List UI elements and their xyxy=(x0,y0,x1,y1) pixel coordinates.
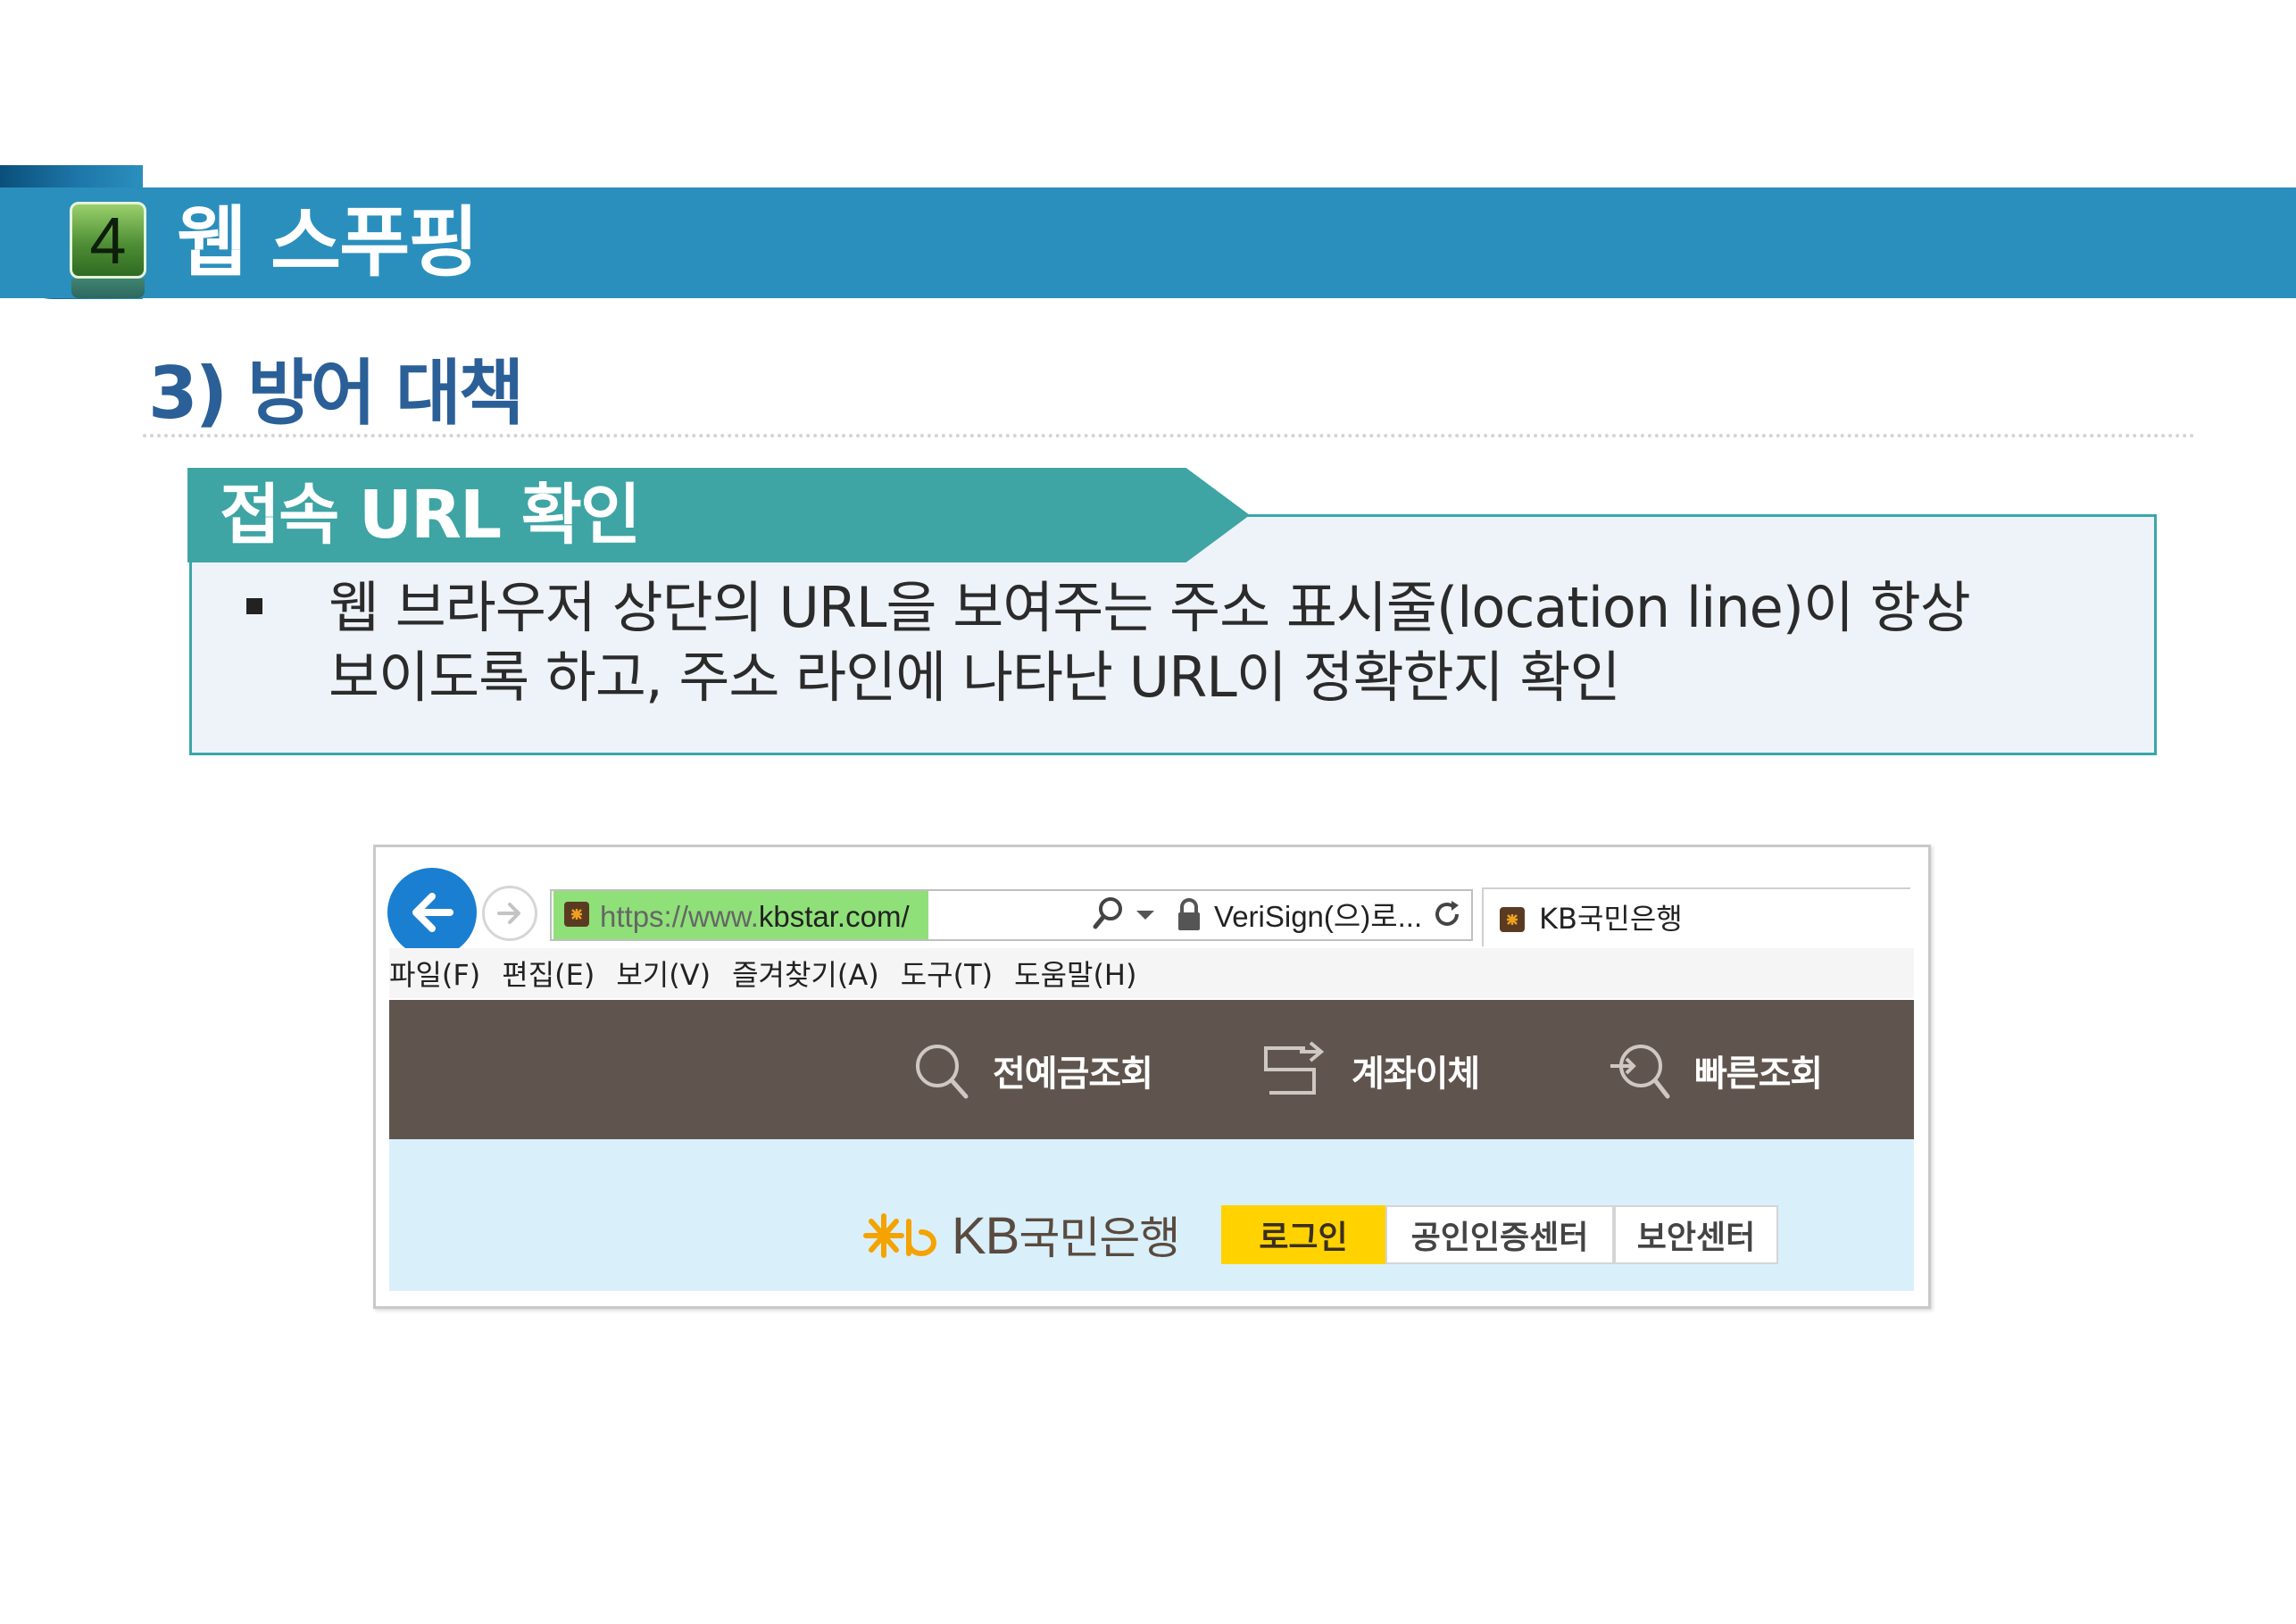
refresh-icon[interactable] xyxy=(1432,895,1464,937)
nav-quick-inquiry[interactable]: 빠른조회 xyxy=(1607,1036,1823,1105)
kb-favicon-icon xyxy=(564,902,589,927)
tab-title: KB국민은행 xyxy=(1539,902,1683,936)
nav-transfer[interactable]: 계좌이체 xyxy=(1260,1036,1480,1105)
forward-button[interactable] xyxy=(482,886,537,941)
content-box-title: 접속 URL 확인 xyxy=(220,477,641,554)
quick-search-icon xyxy=(1610,1045,1670,1099)
nav-quick-inquiry-label: 빠른조회 xyxy=(1694,1054,1823,1095)
menu-view[interactable]: 보기(V) xyxy=(616,953,711,994)
menu-bar: 파일(F) 편집(E) 보기(V) 즐겨찾기(A) 도구(T) 도움말(H) xyxy=(389,948,1914,998)
section-number-reflection xyxy=(71,279,145,298)
menu-edit[interactable]: 편집(E) xyxy=(502,953,595,994)
subtitle: 3) 방어 대책 xyxy=(148,352,524,435)
arrow-left-icon xyxy=(412,893,453,932)
transfer-icon xyxy=(1264,1041,1325,1095)
url-prefix: https://www. xyxy=(600,900,759,933)
dropdown-caret-icon[interactable] xyxy=(1134,895,1157,937)
url-text[interactable]: https://www.kbstar.com/ xyxy=(600,893,910,941)
kb-star-logo-icon xyxy=(863,1213,936,1258)
section-number-badge: 4 xyxy=(70,202,146,279)
certificate-label[interactable]: VeriSign(으)로... xyxy=(1214,893,1422,941)
lock-icon[interactable] xyxy=(1175,895,1203,937)
menu-file[interactable]: 파일(F) xyxy=(389,953,480,994)
security-center-button[interactable]: 보안센터 xyxy=(1614,1205,1778,1264)
arrow-right-icon xyxy=(497,903,520,924)
search-icon[interactable] xyxy=(1091,895,1127,937)
nav-balance-inquiry[interactable]: 전예금조회 xyxy=(911,1036,1153,1105)
nav-transfer-label: 계좌이체 xyxy=(1352,1054,1480,1095)
tab-favicon-icon xyxy=(1500,907,1525,932)
menu-tools[interactable]: 도구(T) xyxy=(901,953,993,994)
content-text: 웹 브라우저 상단의 URL을 보여주는 주소 표시줄(location lin… xyxy=(329,573,2132,712)
menu-help[interactable]: 도움말(H) xyxy=(1014,953,1136,994)
kb-logo-text: KB국민은행 xyxy=(952,1203,1180,1267)
content-text-line-2: 보이도록 하고, 주소 라인에 나타난 URL이 정확한지 확인 xyxy=(329,645,1621,710)
kb-logo-bank-name: 국민은행 xyxy=(1019,1212,1180,1264)
bullet-icon xyxy=(246,598,262,614)
back-button[interactable] xyxy=(387,868,477,957)
url-domain: kbstar.com/ xyxy=(758,900,910,933)
kb-logo-letters: KB xyxy=(952,1207,1019,1265)
login-button[interactable]: 로그인 xyxy=(1221,1205,1385,1264)
nav-balance-inquiry-label: 전예금조회 xyxy=(993,1054,1153,1095)
certificate-center-button[interactable]: 공인인증센터 xyxy=(1385,1205,1614,1264)
search-icon xyxy=(916,1045,969,1099)
content-text-line-1: 웹 브라우저 상단의 URL을 보여주는 주소 표시줄(location lin… xyxy=(329,575,1971,640)
menu-favorites[interactable]: 즐겨찾기(A) xyxy=(732,953,879,994)
kb-logo[interactable]: KB국민은행 xyxy=(862,1203,1180,1267)
dotted-divider xyxy=(143,434,2196,437)
section-title: 웹 스푸핑 xyxy=(177,198,478,287)
